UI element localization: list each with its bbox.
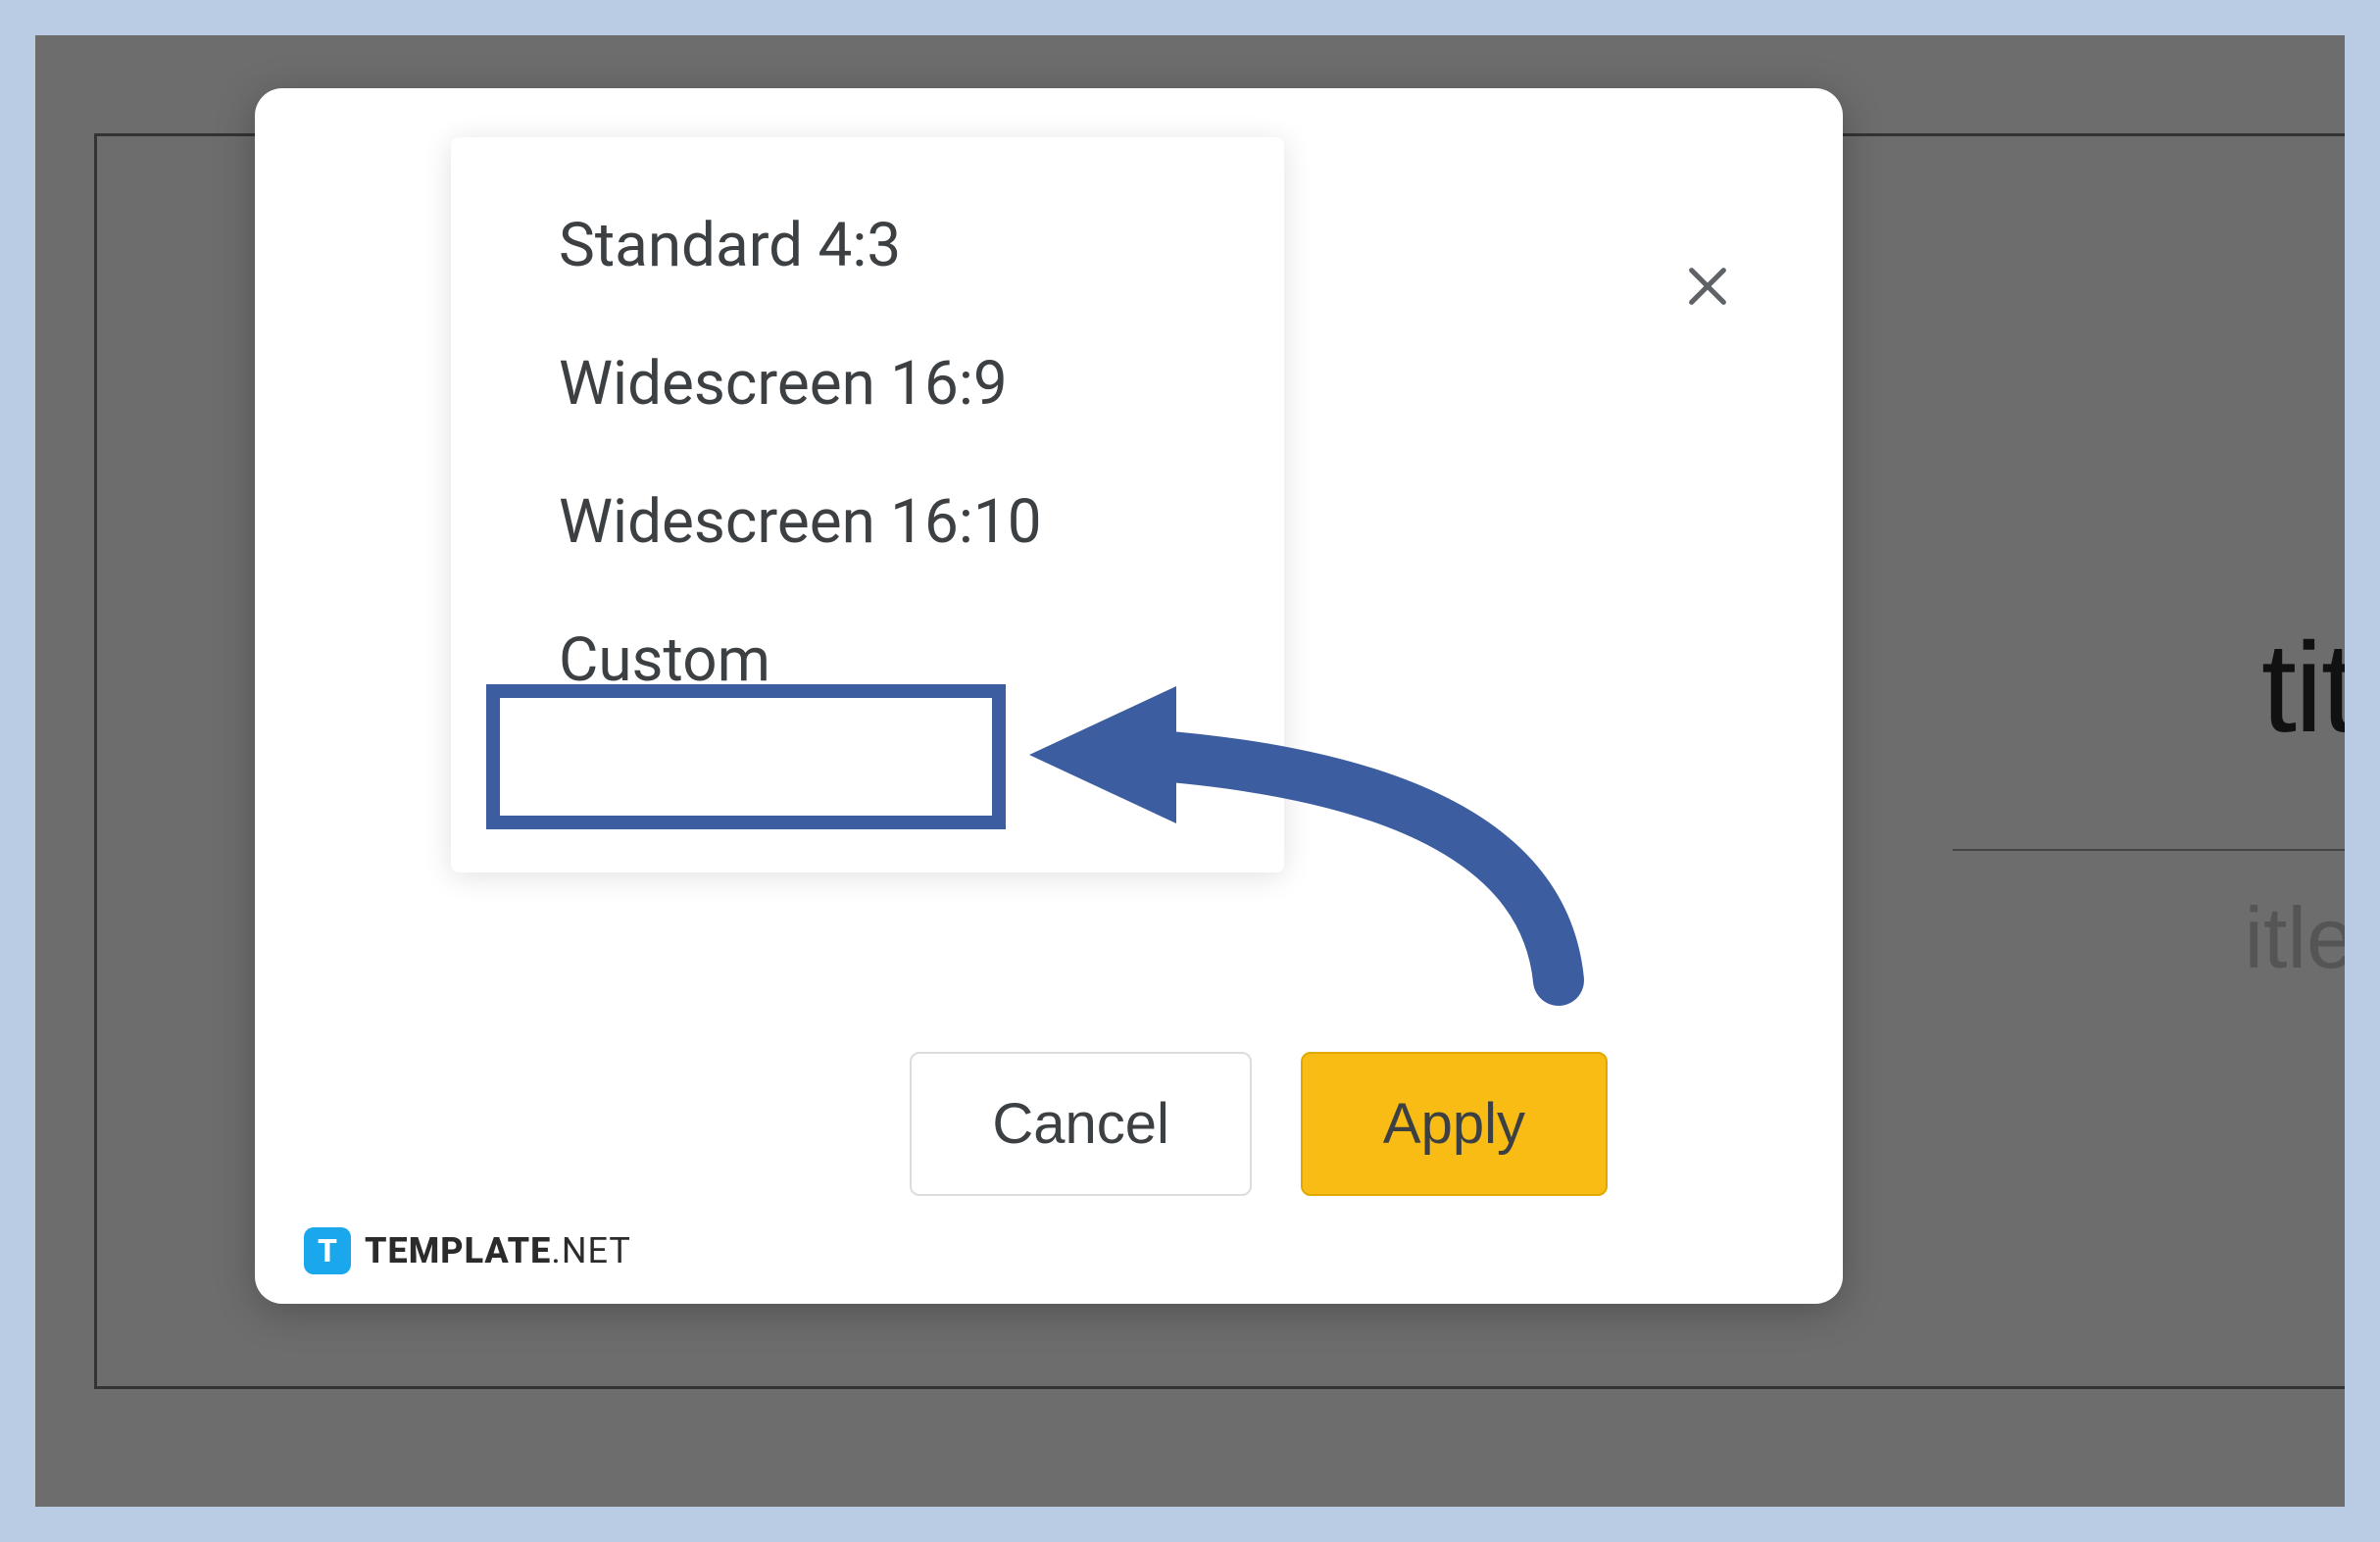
screenshot-frame: tit itle Standard 4:3 Widescreen 16:9 Wi…	[0, 0, 2380, 1542]
watermark: T TEMPLATE.NET	[304, 1227, 631, 1274]
dropdown-option-standard[interactable]: Standard 4:3	[451, 176, 1284, 315]
watermark-brand: TEMPLATE	[365, 1230, 551, 1271]
dropdown-option-custom[interactable]: Custom	[451, 591, 1284, 729]
watermark-tld: .NET	[551, 1230, 630, 1271]
page-setup-dialog: Standard 4:3 Widescreen 16:9 Widescreen …	[255, 88, 1843, 1304]
slide-divider	[1953, 849, 2345, 851]
watermark-text: TEMPLATE.NET	[365, 1230, 631, 1271]
dropdown-option-widescreen-16-9[interactable]: Widescreen 16:9	[451, 315, 1284, 453]
close-icon[interactable]	[1680, 255, 1735, 325]
cancel-button[interactable]: Cancel	[910, 1052, 1252, 1196]
slide-title-fragment: tit	[2261, 614, 2345, 761]
slide-subtitle-fragment: itle	[2245, 888, 2346, 988]
aspect-ratio-dropdown: Standard 4:3 Widescreen 16:9 Widescreen …	[451, 137, 1284, 872]
dropdown-option-widescreen-16-10[interactable]: Widescreen 16:10	[451, 453, 1284, 591]
apply-button[interactable]: Apply	[1301, 1052, 1608, 1196]
dialog-button-row: Cancel Apply	[910, 1052, 1608, 1196]
watermark-logo-icon: T	[304, 1227, 351, 1274]
